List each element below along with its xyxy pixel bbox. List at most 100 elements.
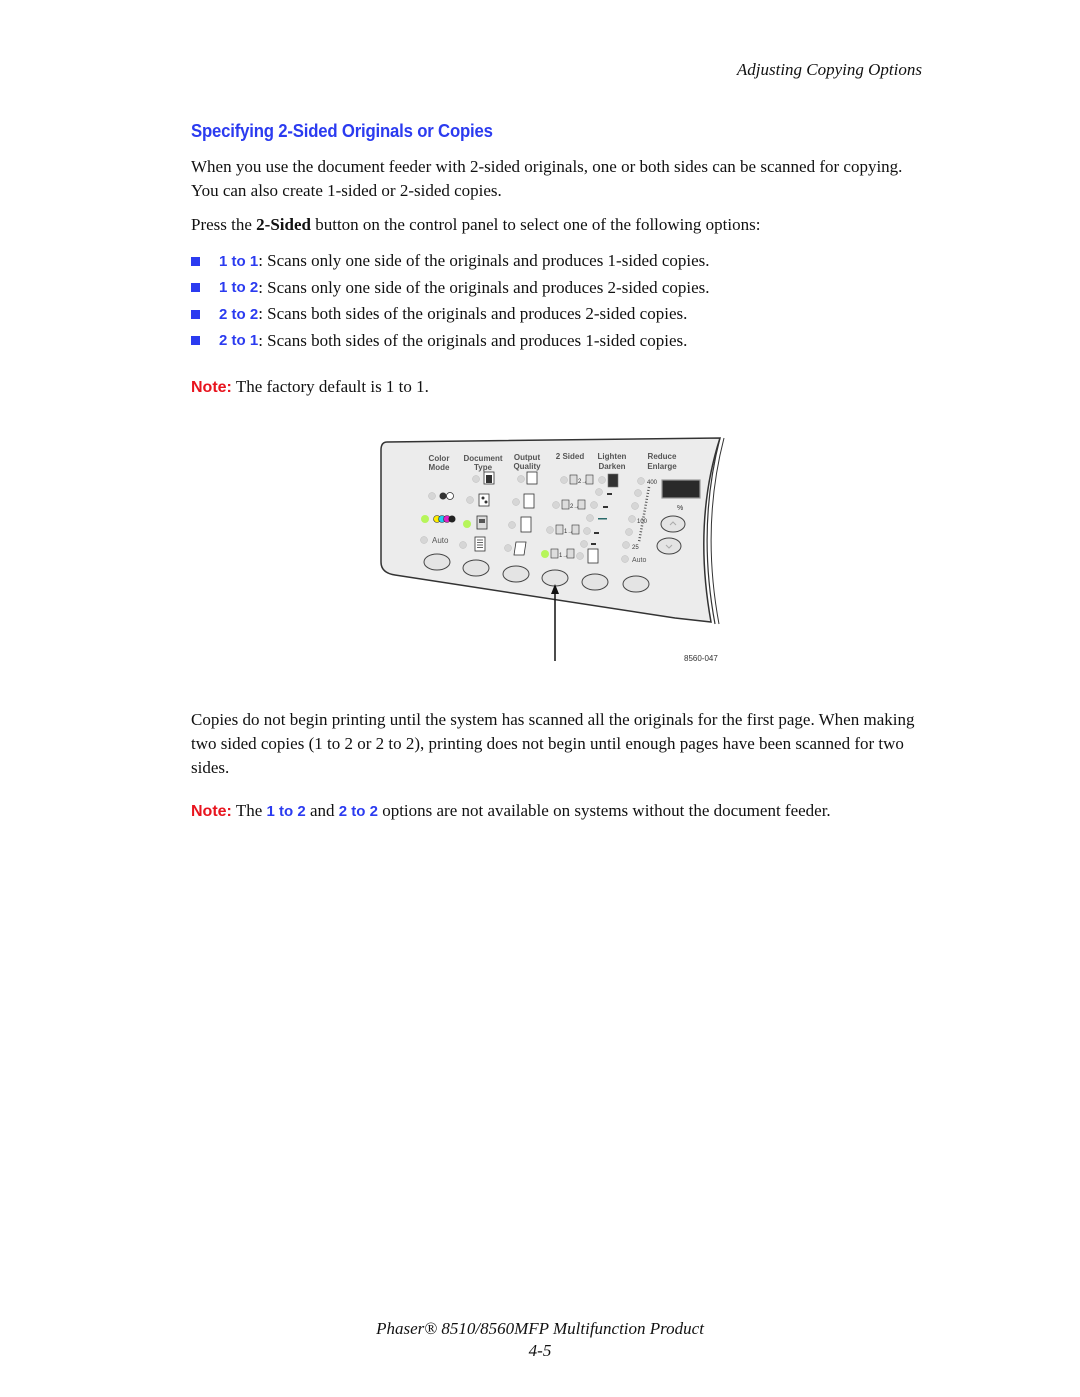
led-off (621, 555, 629, 563)
list-item: 1 to 1: Scans only one side of the origi… (191, 248, 710, 275)
graphic-dot (481, 496, 485, 500)
decrease-button[interactable] (656, 537, 682, 555)
two-sided-button[interactable] (541, 569, 569, 587)
lightest-icon (587, 548, 599, 564)
led-off (634, 489, 642, 497)
lighten-darken-button[interactable] (581, 573, 609, 591)
body-paragraph: Copies do not begin printing until the s… (191, 710, 915, 777)
led-off (504, 544, 512, 552)
led-off (590, 501, 598, 509)
led-off (595, 488, 603, 496)
square-bullet-icon (191, 336, 200, 346)
output-quality-button[interactable] (502, 565, 530, 583)
reduce-enlarge-button[interactable] (622, 575, 650, 593)
graphics-doc-icon (478, 493, 490, 507)
auto-label: Auto (432, 536, 449, 545)
led-off (466, 496, 474, 504)
option-label: 1 to 1 (219, 252, 259, 270)
document-type-button[interactable] (462, 559, 490, 577)
led-off (583, 527, 591, 535)
level-normal-dash (598, 518, 607, 520)
led-off (560, 476, 568, 484)
mixed-doc-photo (479, 519, 485, 523)
white-toner-icon (446, 492, 454, 500)
darkest-icon (607, 473, 619, 488)
page-number: 4-5 (528, 1341, 552, 1360)
led-off (420, 536, 428, 544)
percent-label: % (677, 505, 683, 512)
black-toner-icon (439, 492, 447, 500)
standard-quality-icon (523, 493, 535, 509)
color-mode-button[interactable] (423, 553, 451, 571)
led-off (598, 476, 606, 484)
scale-400: 400 (647, 480, 658, 486)
led-off (517, 475, 525, 483)
photo-figure (486, 475, 492, 483)
increase-button[interactable] (660, 515, 686, 533)
led-off (625, 528, 633, 536)
option-label: 1 to 2 (266, 803, 306, 820)
text-doc-icon (474, 536, 486, 552)
note-label: Note: (191, 379, 232, 396)
product-name: Phaser® 8510/8560MFP Multifunction Produ… (376, 1319, 704, 1338)
label-color-mode-1: Color (429, 454, 450, 463)
led-off (472, 475, 480, 483)
label-output-quality-1: Output (514, 453, 541, 462)
page-footer: Phaser® 8510/8560MFP Multifunction Produ… (0, 1318, 1080, 1362)
led-on (463, 520, 471, 528)
square-bullet-icon (191, 309, 200, 319)
figure-id: 8560-047 (684, 654, 718, 663)
label-lighten-darken-2: Darken (598, 462, 625, 471)
option-description: : Scans both sides of the originals and … (258, 330, 688, 350)
instruction-suffix: button on the control panel to select on… (310, 215, 761, 234)
led-off (622, 541, 630, 549)
options-list: 1 to 1: Scans only one side of the origi… (191, 248, 710, 354)
label-document-type-1: Document (463, 454, 502, 463)
instruction-prefix: Press the (191, 215, 257, 234)
led-off (546, 526, 554, 534)
note-text: and (305, 801, 339, 820)
option-description: : Scans only one side of the originals a… (258, 251, 710, 271)
led-off (576, 552, 584, 560)
led-off (459, 541, 467, 549)
two-sided-button-name: 2-Sided (256, 215, 311, 234)
label-reduce-enlarge-1: Reduce (648, 452, 677, 461)
label-two-sided: 2 Sided (556, 452, 585, 461)
instruction-paragraph: Press the 2-Sided button on the control … (191, 213, 931, 237)
option-label: 2 to 2 (219, 305, 259, 323)
option-label: 2 to 2 (338, 803, 378, 820)
note-feeder: Note: The 1 to 2 and 2 to 2 options are … (191, 801, 831, 821)
led-off (428, 492, 436, 500)
note-text: options are not available on systems wit… (377, 801, 831, 820)
list-item: 2 to 2: Scans both sides of the original… (191, 301, 710, 328)
fast-quality-icon (513, 541, 527, 556)
note-default: Note: The factory default is 1 to 1. (191, 377, 429, 397)
percent-display (661, 479, 701, 499)
label-document-type-2: Type (474, 463, 493, 472)
led-off (512, 498, 520, 506)
list-item: 2 to 1: Scans both sides of the original… (191, 328, 710, 355)
label-reduce-enlarge-2: Enlarge (647, 462, 677, 471)
led-off (552, 501, 560, 509)
level-dash (594, 532, 599, 534)
auto-label: Auto (632, 557, 647, 564)
running-head: Adjusting Copying Options (736, 60, 922, 79)
intro-paragraph: When you use the document feeder with 2-… (191, 157, 903, 200)
label-output-quality-2: Quality (513, 462, 541, 471)
note-text: The (231, 801, 267, 820)
high-quality-icon (526, 471, 538, 485)
level-dash (603, 506, 608, 508)
level-dash (607, 493, 612, 495)
note-label: Note: (191, 803, 232, 820)
control-panel-illustration: Color Mode Document Type Output Quality … (380, 437, 725, 663)
section-title: Specifying 2-Sided Originals or Copies (191, 121, 493, 141)
scale-25: 25 (632, 545, 639, 551)
graphic-dot (484, 500, 488, 504)
square-bullet-icon (191, 256, 200, 266)
led-off (628, 515, 636, 523)
black-toner-icon (448, 515, 456, 523)
led-on-selected (541, 550, 549, 558)
draft-quality-icon (520, 516, 532, 533)
led-on (421, 515, 429, 523)
label-color-mode-2: Mode (429, 463, 450, 472)
